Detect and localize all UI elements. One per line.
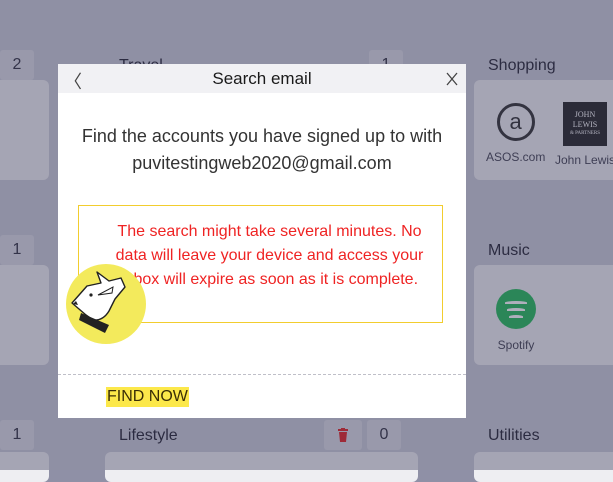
close-icon bbox=[446, 72, 458, 86]
close-button[interactable] bbox=[446, 70, 458, 91]
warning-text: The search might take several minutes. N… bbox=[115, 223, 424, 288]
chevron-left-icon: 〈 bbox=[64, 72, 82, 92]
dialog-title: Search email bbox=[212, 69, 312, 88]
intro-text: Find the accounts you have signed up to … bbox=[81, 126, 443, 146]
dialog-divider bbox=[58, 374, 466, 375]
search-email-dialog: Search email 〈 Find the accounts you hav… bbox=[58, 64, 466, 418]
dog-mascot-icon bbox=[66, 264, 146, 344]
find-now-button[interactable]: FIND NOW bbox=[106, 387, 189, 407]
dialog-header: Search email 〈 bbox=[58, 64, 466, 93]
dialog-intro: Find the accounts you have signed up to … bbox=[58, 123, 466, 177]
back-button[interactable]: 〈 bbox=[64, 68, 82, 94]
email-address: puvitestingweb2020@gmail.com bbox=[132, 153, 392, 173]
